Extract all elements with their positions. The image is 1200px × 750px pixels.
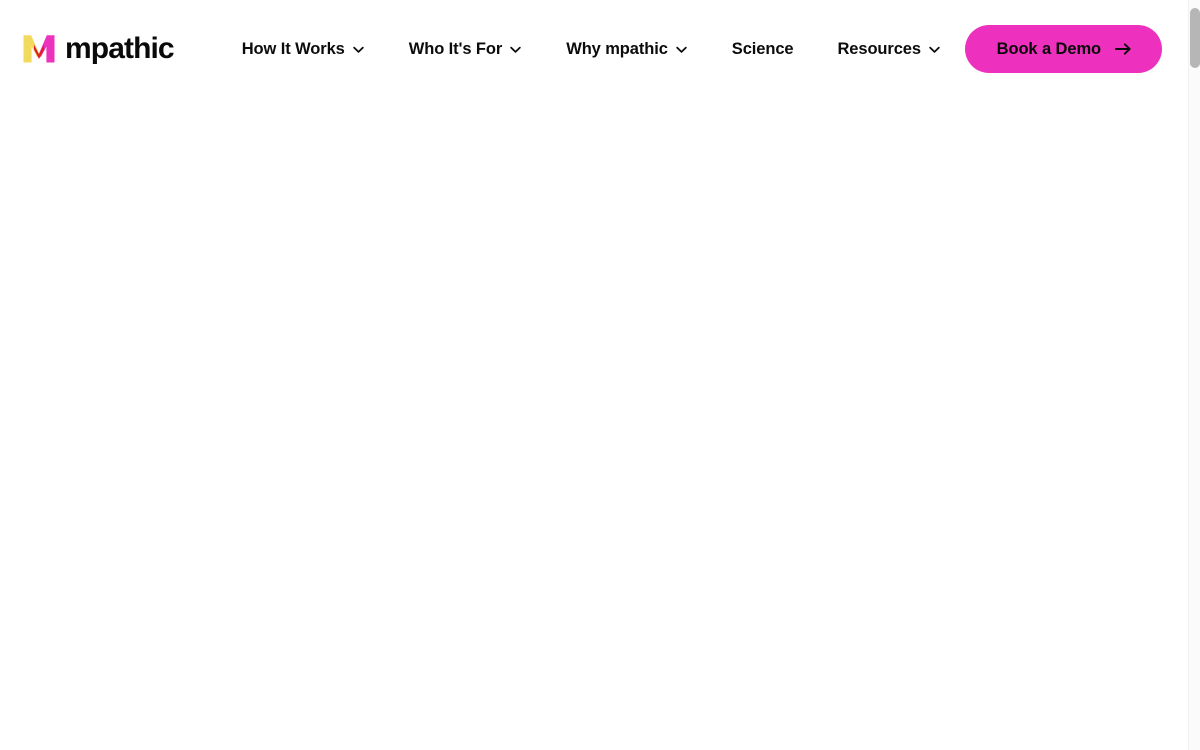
mpathic-m-logo-icon	[22, 32, 56, 66]
main-navigation: How It Works Who It's For Why mpathic Sc…	[220, 33, 965, 66]
vertical-scrollbar-thumb[interactable]	[1190, 8, 1200, 68]
nav-item-label: Why mpathic	[566, 39, 668, 58]
chevron-down-icon	[675, 42, 688, 56]
nav-item-science[interactable]: Science	[710, 33, 816, 66]
header-cta-container: Book a Demo	[964, 24, 1166, 74]
nav-item-resources[interactable]: Resources	[815, 33, 962, 66]
nav-item-who-its-for[interactable]: Who It's For	[387, 33, 544, 66]
nav-item-label: Resources	[837, 39, 921, 58]
brand-wordmark: mpathic	[65, 32, 175, 65]
book-a-demo-button[interactable]: Book a Demo	[964, 24, 1162, 74]
page-viewport: mpathic How It Works Who It's For Why mp…	[0, 0, 1188, 750]
chevron-down-icon	[928, 42, 941, 56]
brand-logo-link[interactable]: mpathic	[22, 32, 175, 66]
chevron-down-icon	[352, 42, 365, 56]
chevron-down-icon	[509, 42, 522, 56]
nav-item-label: Who It's For	[408, 39, 503, 58]
nav-item-why-mpathic[interactable]: Why mpathic	[544, 33, 710, 66]
nav-item-label: Science	[731, 39, 794, 58]
nav-item-how-it-works[interactable]: How It Works	[220, 33, 387, 66]
book-a-demo-label: Book a Demo	[996, 39, 1101, 58]
page-content-area	[0, 98, 1188, 750]
nav-item-label: How It Works	[241, 39, 345, 58]
arrow-right-icon	[1115, 42, 1132, 56]
vertical-scrollbar[interactable]	[1188, 0, 1200, 750]
site-header: mpathic How It Works Who It's For Why mp…	[0, 0, 1188, 98]
